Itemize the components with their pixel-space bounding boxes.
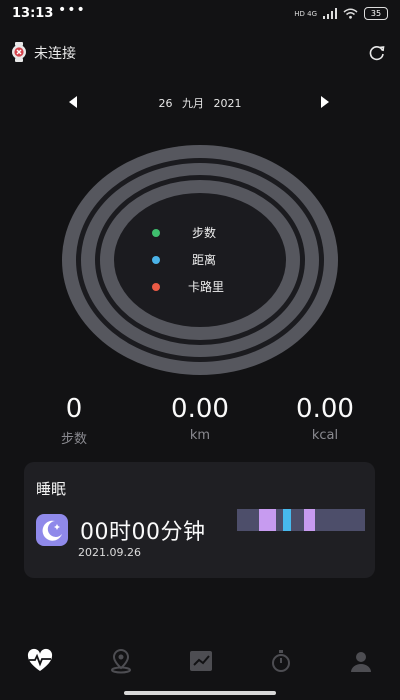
stopwatch-icon[interactable] (266, 646, 296, 676)
date-month: 九月 (182, 97, 204, 110)
legend-label-calories: 卡路里 (188, 280, 225, 294)
wifi-icon (343, 8, 358, 19)
sleep-segment-awake (283, 509, 291, 531)
distance-stat: 0.00 km (140, 394, 260, 443)
home-indicator (124, 691, 276, 695)
sleep-segment-light (259, 509, 276, 531)
steps-dot (152, 229, 160, 237)
calories-value: 0.00 (296, 394, 354, 424)
sleep-duration: 00时00分钟 (80, 520, 206, 545)
moon-icon (36, 514, 68, 546)
status-indicators: HD 4G 35 (294, 7, 388, 20)
distance-dot (152, 256, 160, 264)
profile-icon[interactable] (346, 646, 376, 676)
location-pin-icon[interactable] (106, 646, 136, 676)
watch-disconnected-icon[interactable] (10, 42, 28, 62)
status-more-dots: ••• (58, 2, 86, 18)
sleep-segment-light (304, 509, 315, 531)
sleep-date: 2021.09.26 (78, 546, 141, 559)
previous-day-arrow-icon[interactable] (68, 95, 78, 109)
legend-label-steps: 步数 (192, 226, 217, 240)
calories-unit: kcal (311, 428, 339, 443)
sleep-stage-bar (237, 509, 365, 531)
legend-distance: 距离 (150, 251, 270, 269)
network-label: HD 4G (294, 9, 317, 18)
heart-pulse-icon[interactable] (25, 646, 55, 676)
distance-value: 0.00 (171, 394, 229, 424)
date-day: 26 (158, 97, 173, 110)
current-date: 26 九月 2021 (120, 95, 280, 111)
steps-stat: 0 步数 (14, 394, 134, 447)
next-day-arrow-icon[interactable] (320, 95, 330, 109)
steps-value: 0 (65, 394, 83, 424)
legend-label-distance: 距离 (192, 253, 217, 267)
date-year: 2021 (213, 97, 242, 110)
signal-icon (323, 8, 337, 19)
connection-status: 未连接 (34, 46, 76, 62)
trend-chart-icon[interactable] (186, 646, 216, 676)
status-bar: 13:13 ••• HD 4G 35 (0, 0, 400, 30)
calories-stat: 0.00 kcal (265, 394, 385, 443)
legend-calories: 卡路里 (150, 278, 270, 296)
steps-label: 步数 (60, 432, 87, 447)
app-header: 未连接 (0, 36, 400, 70)
distance-unit: km (189, 428, 211, 443)
refresh-icon[interactable] (368, 44, 386, 62)
calories-dot (152, 283, 160, 291)
battery-indicator: 35 (364, 7, 388, 20)
status-time: 13:13 (12, 6, 54, 21)
sleep-card[interactable]: 睡眠 00时00分钟 2021.09.26 (24, 462, 375, 578)
sleep-card-title: 睡眠 (36, 480, 67, 498)
legend-steps: 步数 (150, 224, 270, 242)
